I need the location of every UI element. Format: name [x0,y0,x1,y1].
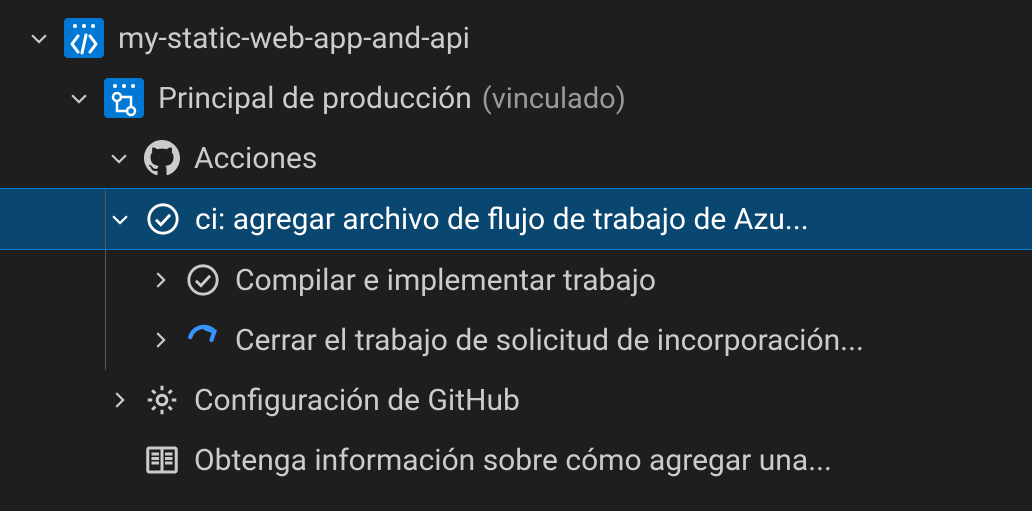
tree-item-job-build[interactable]: Compilar e implementar trabajo [0,250,1032,310]
tree-item-label: Compilar e implementar trabajo [235,263,656,298]
indent-guide [105,189,107,249]
check-circle-icon [145,201,181,237]
indent-guide [105,310,107,370]
tree-item-label: ci: agregar archivo de flujo de trabajo … [195,202,809,237]
chevron-right-icon[interactable] [149,269,171,291]
indent-guide [105,250,107,310]
tree-item-root[interactable]: my-static-web-app-and-api [0,8,1032,68]
book-icon [144,442,180,478]
gear-icon [144,382,180,418]
tree-item-environment[interactable]: Principal de producción(vinculado) [0,68,1032,128]
azure-static-web-app-icon [64,18,104,58]
tree-item-label: Configuración de GitHub [194,383,520,418]
tree-item-github-config[interactable]: Configuración de GitHub [0,370,1032,430]
azure-environment-icon [104,78,144,118]
tree-item-label: Principal de producción(vinculado) [158,81,626,116]
tree-item-description: (vinculado) [482,82,626,116]
sync-icon [185,322,221,358]
chevron-down-icon[interactable] [109,208,131,230]
tree-item-actions[interactable]: Acciones [0,128,1032,188]
chevron-down-icon[interactable] [68,87,90,109]
tree-item-learn-more[interactable]: Obtenga información sobre cómo agregar u… [0,430,1032,490]
tree-item-label: my-static-web-app-and-api [118,21,470,56]
chevron-right-icon[interactable] [108,389,130,411]
tree-item-label: Cerrar el trabajo de solicitud de incorp… [235,323,864,358]
chevron-right-icon[interactable] [149,329,171,351]
tree-view: my-static-web-app-and-api Principal de p… [0,0,1032,490]
tree-item-job-close[interactable]: Cerrar el trabajo de solicitud de incorp… [0,310,1032,370]
chevron-down-icon[interactable] [28,27,50,49]
chevron-down-icon[interactable] [108,147,130,169]
github-icon [144,140,180,176]
tree-item-label: Obtenga información sobre cómo agregar u… [194,443,832,478]
tree-item-label: Acciones [194,141,317,176]
check-circle-icon [185,262,221,298]
tree-item-workflow-run[interactable]: ci: agregar archivo de flujo de trabajo … [0,188,1032,250]
